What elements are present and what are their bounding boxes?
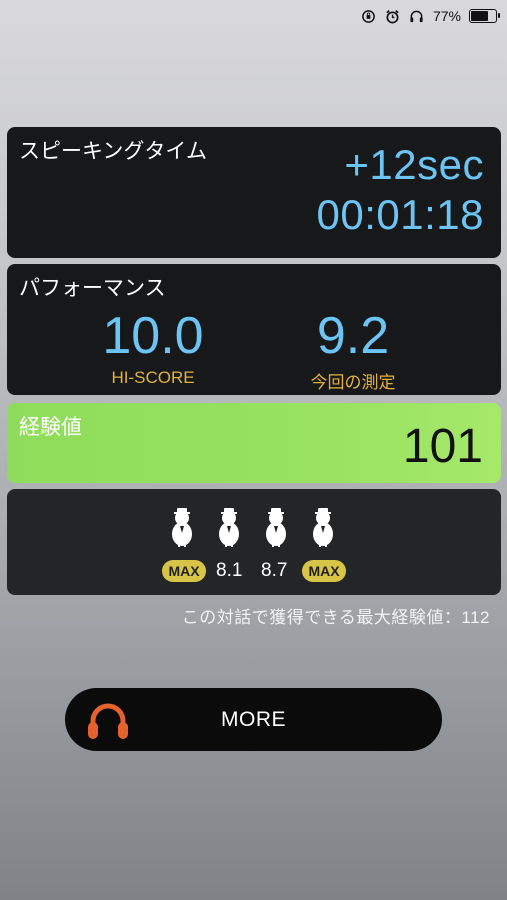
rotation-lock-icon xyxy=(361,8,377,24)
hi-score-metric: 10.0 HI-SCORE xyxy=(73,306,233,388)
participants-card: MAX 8.1 8.7 MAX xyxy=(7,489,501,595)
more-button-label: MORE xyxy=(221,708,286,731)
speaking-time-card: スピーキングタイム +12sec 00:01:18 xyxy=(7,127,501,258)
max-experience-note: この対話で獲得できる最大経験値：112 xyxy=(181,608,490,627)
performance-title: パフォーマンス xyxy=(19,277,166,300)
person-icon xyxy=(167,507,197,547)
person-icon xyxy=(308,507,338,547)
battery-icon xyxy=(469,9,500,23)
current-score-metric: 9.2 今回の測定 xyxy=(273,306,433,393)
hi-score-value: 10.0 xyxy=(102,307,204,365)
experience-value: 101 xyxy=(402,420,483,473)
alarm-icon xyxy=(385,8,401,24)
speaking-time-total: 00:01:18 xyxy=(316,191,484,238)
max-badge: MAX xyxy=(162,560,206,582)
current-score-value: 9.2 xyxy=(316,307,390,365)
speaking-time-delta: +12sec xyxy=(344,141,484,188)
battery-percentage: 77% xyxy=(432,8,461,24)
person-icon xyxy=(261,507,291,547)
hi-score-label: HI-SCORE xyxy=(111,368,195,387)
status-bar: 77% xyxy=(361,6,500,26)
participant-score: 8.7 xyxy=(261,560,288,581)
headphones-icon xyxy=(409,8,425,24)
battery-fill xyxy=(471,11,488,21)
performance-card: パフォーマンス 10.0 HI-SCORE 9.2 今回の測定 xyxy=(7,264,501,395)
experience-title: 経験値 xyxy=(19,416,82,439)
max-badge: MAX xyxy=(302,560,346,582)
participant-score: 8.1 xyxy=(216,560,243,581)
experience-card: 経験値 101 xyxy=(7,403,501,483)
more-button[interactable]: MORE xyxy=(65,688,442,751)
participant-scores: MAX 8.1 8.7 MAX xyxy=(7,560,501,586)
current-score-label: 今回の測定 xyxy=(310,373,396,392)
person-icon xyxy=(214,507,244,547)
speaking-time-title: スピーキングタイム xyxy=(19,140,207,163)
